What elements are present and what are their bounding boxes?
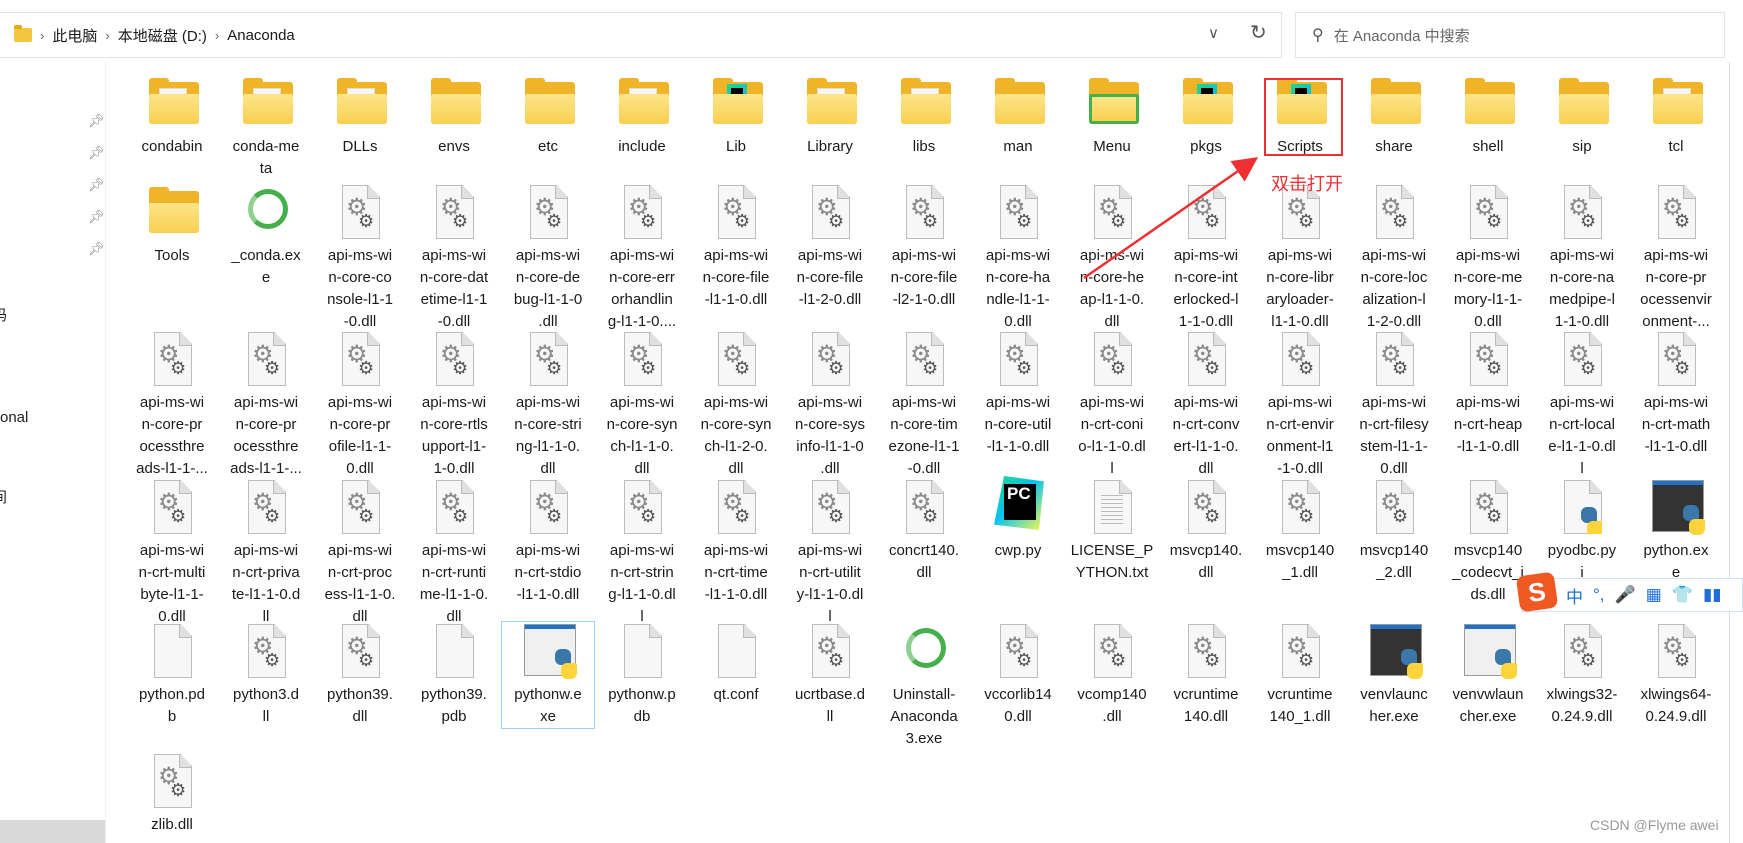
skin-icon[interactable]: 👕 xyxy=(1672,585,1693,605)
microphone-icon[interactable]: 🎤 xyxy=(1615,585,1636,605)
annotation-arrow xyxy=(1083,157,1259,280)
ime-chinese-mode[interactable]: 中 xyxy=(1566,583,1583,608)
sogou-logo[interactable]: S xyxy=(1515,571,1559,613)
annotation-text: 双击打开 xyxy=(1271,174,1343,194)
ime-punctuation[interactable]: °, xyxy=(1593,585,1605,605)
toolbox-icon[interactable]: ▮▮ xyxy=(1703,585,1722,605)
watermark: CSDN @Flyme awei xyxy=(1590,817,1719,833)
keyboard-icon[interactable]: ▦ xyxy=(1646,585,1662,605)
ime-toolbar[interactable]: S 中 °, 🎤 ▦ 👕 ▮▮ xyxy=(1515,571,1743,613)
